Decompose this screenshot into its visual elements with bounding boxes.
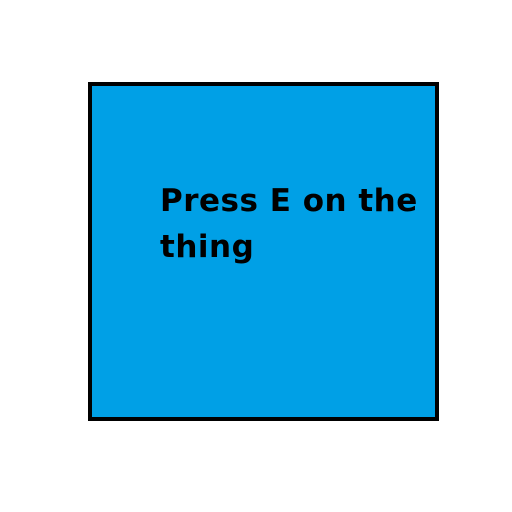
screen: Press E on the thing — [0, 0, 512, 512]
prompt-panel: Press E on the thing — [88, 82, 439, 421]
prompt-message: Press E on the thing — [160, 183, 418, 265]
